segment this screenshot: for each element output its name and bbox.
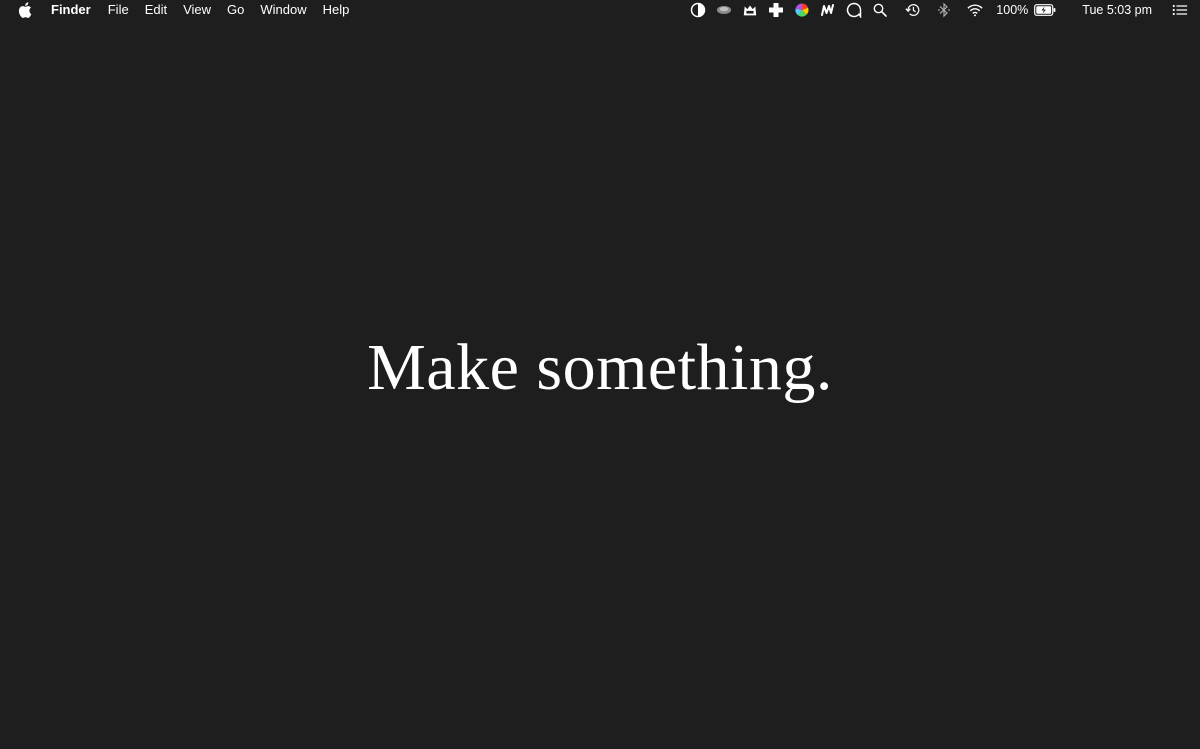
menu-help[interactable]: Help (315, 0, 358, 20)
menu-bar-left: Finder File Edit View Go Window Help (0, 0, 357, 20)
search-icon[interactable] (872, 2, 888, 18)
wifi-icon[interactable] (967, 2, 983, 18)
menu-app-name[interactable]: Finder (51, 0, 100, 20)
bluetooth-icon[interactable] (936, 2, 952, 18)
plus-cross-icon[interactable] (768, 2, 784, 18)
time-machine-icon[interactable] (905, 2, 921, 18)
menu-go[interactable]: Go (219, 0, 252, 20)
menu-window[interactable]: Window (252, 0, 314, 20)
notification-center-icon[interactable] (1172, 2, 1188, 18)
cloud-blob-icon[interactable] (716, 2, 732, 18)
menu-bar-right: 100% Tue 5:03 pm (685, 0, 1200, 20)
desktop: Finder File Edit View Go Window Help 100… (0, 0, 1200, 749)
battery-icon[interactable] (1034, 4, 1056, 16)
m-script-icon[interactable] (820, 2, 836, 18)
menu-edit[interactable]: Edit (137, 0, 175, 20)
menu-bar: Finder File Edit View Go Window Help 100… (0, 0, 1200, 20)
half-circle-icon[interactable] (690, 2, 706, 18)
desktop-tagline: Make something. (367, 331, 833, 404)
battery-percent[interactable]: 100% (996, 0, 1028, 20)
apple-icon[interactable] (18, 2, 32, 18)
speech-bubble-icon[interactable] (846, 2, 862, 18)
cat-app-icon[interactable] (742, 2, 758, 18)
menu-view[interactable]: View (175, 0, 219, 20)
color-wheel-icon[interactable] (794, 2, 810, 18)
menu-clock[interactable]: Tue 5:03 pm (1082, 0, 1152, 20)
menu-file[interactable]: File (100, 0, 137, 20)
